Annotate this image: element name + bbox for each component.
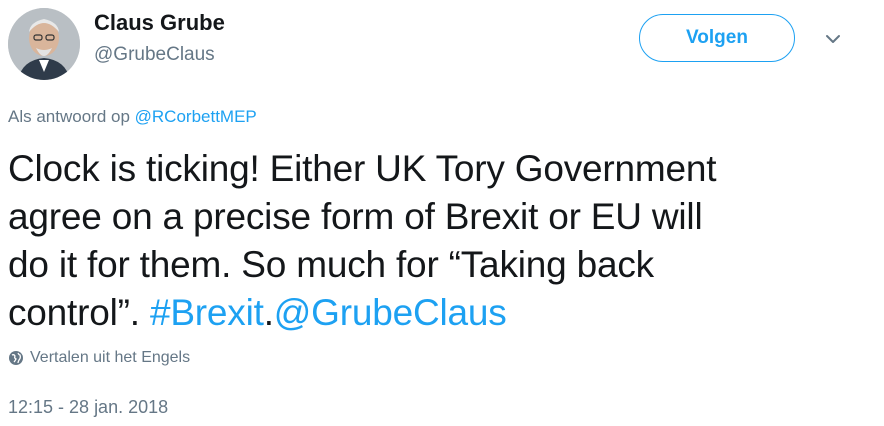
author-name[interactable]: Claus Grube — [94, 10, 225, 36]
tweet-line: agree on a precise form of Brexit or EU … — [8, 196, 703, 237]
avatar-photo — [8, 8, 80, 80]
avatar[interactable] — [8, 8, 80, 80]
follow-button[interactable]: Volgen — [639, 14, 795, 62]
reply-mention-link[interactable]: @RCorbettMEP — [135, 107, 257, 126]
author-handle[interactable]: @GrubeClaus — [94, 44, 215, 66]
tweet-text-segment: . — [263, 292, 274, 333]
tweet-timestamp[interactable]: 12:15 - 28 jan. 2018 — [8, 397, 168, 418]
hashtag-link[interactable]: #Brexit — [150, 292, 264, 333]
tweet-line: do it for them. So much for “Taking back — [8, 244, 654, 285]
chevron-down-icon[interactable] — [822, 28, 844, 50]
reply-prefix: Als antwoord op — [8, 107, 130, 126]
tweet-line: Clock is ticking! Either UK Tory Governm… — [8, 148, 717, 189]
tweet-text-segment: control”. — [8, 292, 150, 333]
globe-icon — [8, 350, 24, 366]
translate-tweet-link[interactable]: Vertalen uit het Engels — [8, 349, 190, 367]
mention-link[interactable]: @GrubeClaus — [274, 292, 507, 333]
tweet-line: control”. #Brexit.@GrubeClaus — [8, 289, 868, 337]
tweet-text: Clock is ticking! Either UK Tory Governm… — [8, 145, 868, 337]
translate-label: Vertalen uit het Engels — [30, 349, 191, 366]
reply-context: Als antwoord op @RCorbettMEP — [8, 107, 257, 127]
